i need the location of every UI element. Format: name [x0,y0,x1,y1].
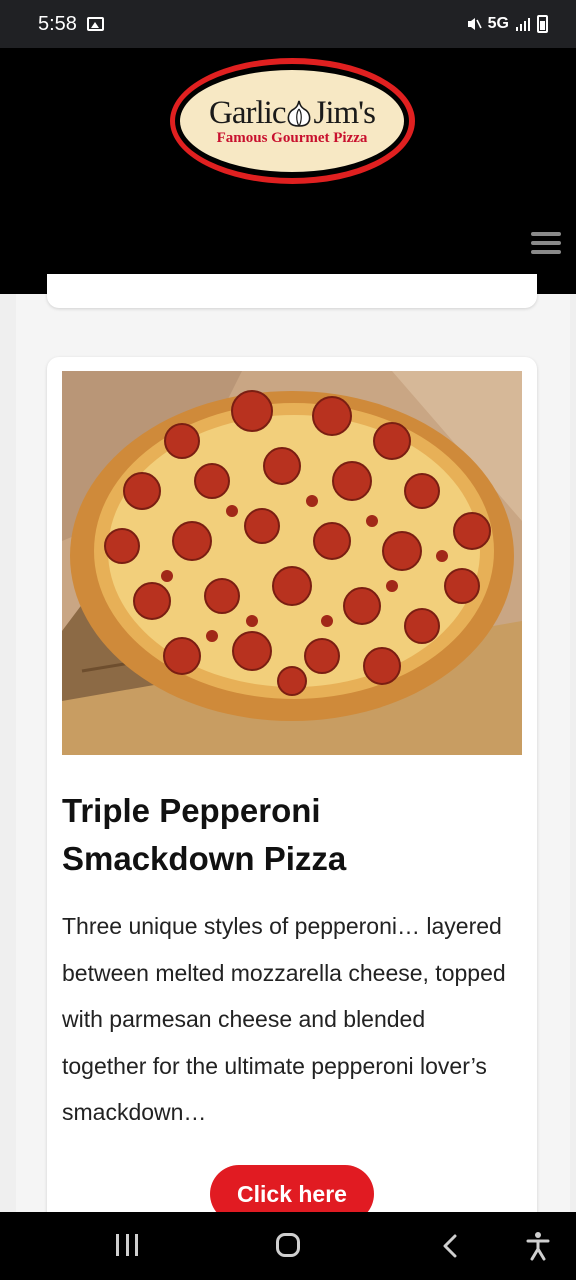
accessibility-icon[interactable] [526,1231,550,1261]
logo-word-left: Garlic [209,95,286,131]
status-indicators: 5G [466,15,548,33]
menu-item-description: Three unique styles of pepperoni… layere… [62,913,506,1125]
status-time: 5:58 [38,12,77,35]
menu-item-card: Triple Pepperoni Smackdown Pizza Three u… [47,357,537,1257]
pizza-image [62,371,522,755]
logo-wordmark: Garlic Jim's [209,95,376,132]
garlic-icon [288,100,311,127]
site-header: Garlic Jim's Famous Gourmet Pizza [0,48,576,294]
logo-word-right: Jim's [313,95,375,131]
logo-tagline: Famous Gourmet Pizza [216,130,368,146]
mute-icon [467,18,482,30]
signal-icon [516,18,530,31]
previous-card-bottom [47,274,537,308]
back-icon[interactable] [440,1234,460,1258]
status-bar: 5:58 5G [0,0,576,48]
menu-item-title: Triple Pepperoni Smackdown Pizza [62,792,347,877]
garlic-jims-logo[interactable]: Garlic Jim's Famous Gourmet Pizza [180,70,404,172]
recents-icon[interactable] [116,1234,138,1256]
network-type: 5G [487,15,509,32]
home-icon[interactable] [276,1233,300,1257]
battery-icon [537,15,548,33]
gallery-notification-icon [86,17,104,31]
system-nav-bar [0,1212,576,1280]
hamburger-menu-icon[interactable] [531,232,561,254]
